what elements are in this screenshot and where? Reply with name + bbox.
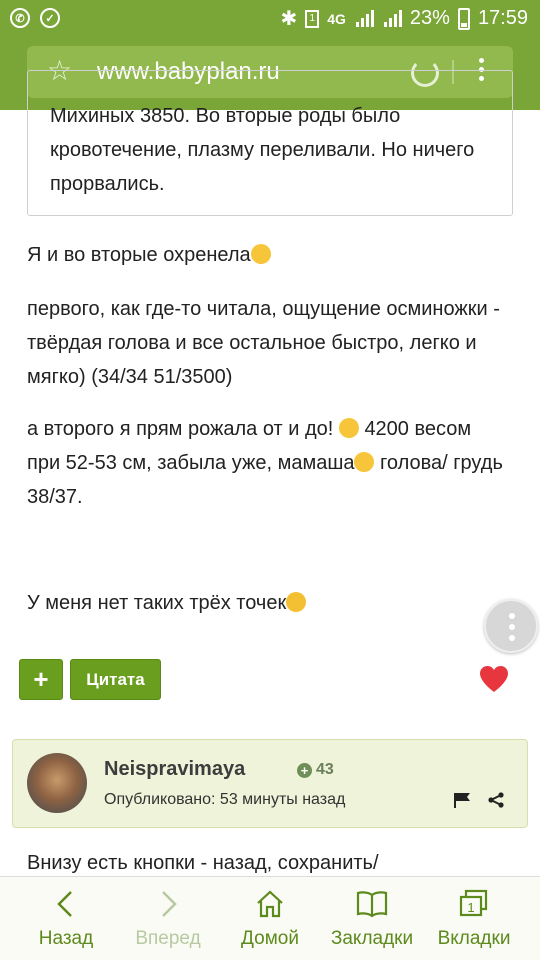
quote-text: Михиных 3850. Во вторые роды было кровот… [50, 105, 475, 195]
post-paragraph: а второго я прям рожала от и до! 4200 ве… [27, 412, 507, 514]
more-options-button[interactable] [484, 599, 538, 653]
battery-icon [457, 7, 470, 30]
nav-home-label: Домой [241, 928, 299, 949]
avatar[interactable] [27, 753, 87, 813]
quote-block: Михиных 3850. Во вторые роды было кровот… [27, 70, 513, 216]
plus-circle-icon: + [297, 762, 312, 778]
author-name[interactable]: Neispravimaya [104, 758, 245, 781]
signal2-icon [382, 9, 402, 29]
sim-icon: 1 [305, 9, 320, 28]
nav-forward-label: Вперед [135, 928, 201, 949]
nav-back-label: Назад [38, 928, 94, 949]
battery-percent: 23% [409, 7, 450, 29]
plus-button[interactable]: + [19, 659, 63, 700]
nav-tabs-label: Вкладки [437, 928, 511, 949]
post-paragraph: У меня нет таких трёх точек [27, 586, 507, 620]
quote-button[interactable]: Цитата [70, 659, 161, 700]
signal-icon [354, 9, 374, 29]
notification-icon: ✓ [40, 8, 60, 28]
network-type: 4G [327, 10, 346, 27]
embarrassed-emoji-icon [286, 592, 307, 612]
next-post-text: Внизу есть кнопки - назад, сохранить/ [27, 852, 379, 874]
post-text: Я и во вторые охренела [27, 244, 251, 266]
post-paragraph: Я и во вторые охренела [27, 238, 507, 272]
nav-bookmarks[interactable]: Закладки [318, 877, 426, 961]
grin-emoji-icon [338, 418, 359, 438]
whatsapp-icon: ✆ [10, 8, 30, 28]
bottom-navigation: Назад Вперед Домой Закладки 1 Вкладки [0, 876, 540, 960]
chevron-right-icon [162, 891, 177, 917]
chevron-left-icon [57, 891, 72, 917]
home-icon [257, 890, 283, 918]
nav-home[interactable]: Домой [216, 877, 324, 961]
publish-time: Опубликовано: 53 минуты назад [104, 791, 346, 808]
clock: 17:59 [477, 7, 528, 29]
heart-icon[interactable] [479, 665, 509, 693]
post-text: У меня нет таких трёх точек [27, 592, 287, 614]
reputation-count: 43 [316, 761, 334, 778]
author-card: Neispravimaya + 43 Опубликовано: 53 мину… [12, 739, 528, 828]
reputation-badge: + 43 [297, 761, 334, 779]
status-bar: ✆ ✓ ✱ 1 4G 23% 17:59 [0, 0, 540, 38]
nav-tabs[interactable]: 1 Вкладки [420, 877, 528, 961]
nav-bookmarks-label: Закладки [330, 928, 414, 949]
tabs-icon: 1 [459, 889, 488, 917]
post-paragraph: первого, как где-то читала, ощущение осм… [27, 298, 500, 388]
post-text: а второго я прям рожала от и до! [27, 418, 334, 440]
book-icon [356, 891, 388, 918]
grin-emoji-icon [354, 452, 375, 472]
flag-icon[interactable] [453, 792, 471, 808]
grin-emoji-icon [250, 244, 271, 264]
nav-back[interactable]: Назад [12, 877, 120, 961]
nav-forward[interactable]: Вперед [114, 877, 222, 961]
share-icon[interactable] [487, 792, 505, 808]
tabs-count: 1 [467, 900, 474, 915]
bluetooth-icon: ✱ [280, 8, 298, 30]
